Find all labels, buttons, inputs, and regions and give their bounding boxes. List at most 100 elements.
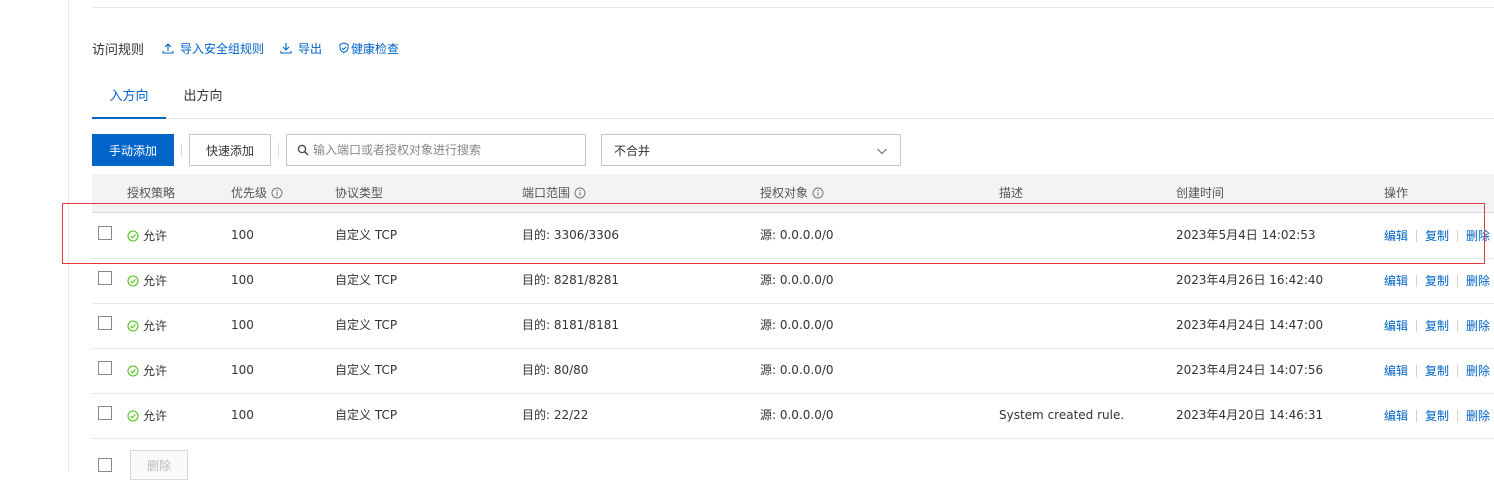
check-circle-icon — [127, 319, 139, 332]
col-header-actions: 操作 — [1384, 174, 1408, 212]
direction-tabs: 入方向 出方向 — [92, 80, 1494, 119]
col-header-object: 授权对象 — [760, 174, 824, 212]
col-header-object-label: 授权对象 — [760, 186, 809, 200]
check-circle-icon — [127, 364, 139, 377]
protocol-cell: 自定义 TCP — [335, 228, 398, 242]
delete-link[interactable]: 删除 — [1466, 407, 1490, 424]
created-time-cell: 2023年5月4日 14:02:53 — [1176, 228, 1316, 242]
actions-cell: 编辑 复制 删除 — [1384, 348, 1490, 393]
col-header-port-label: 端口范围 — [522, 186, 571, 200]
shield-check-icon — [339, 42, 349, 54]
action-separator — [1416, 229, 1418, 242]
search-input[interactable] — [313, 143, 573, 157]
copy-link[interactable]: 复制 — [1425, 407, 1449, 424]
priority-cell: 100 — [231, 318, 254, 332]
top-divider — [92, 7, 1494, 8]
copy-link[interactable]: 复制 — [1425, 362, 1449, 379]
port-cell: 目的: 22/22 — [522, 408, 589, 422]
health-check-label: 健康检查 — [351, 41, 400, 56]
row-checkbox[interactable] — [98, 271, 112, 285]
priority-cell: 100 — [231, 408, 254, 422]
policy-cell: 允许 — [127, 213, 167, 258]
col-header-protocol: 协议类型 — [335, 174, 383, 212]
manual-add-button[interactable]: 手动添加 — [92, 134, 174, 166]
edit-link[interactable]: 编辑 — [1384, 272, 1408, 289]
object-cell: 源: 0.0.0.0/0 — [760, 408, 834, 422]
actions-cell: 编辑 复制 删除 — [1384, 303, 1490, 348]
action-separator — [1457, 274, 1459, 287]
col-header-created-label: 创建时间 — [1176, 186, 1225, 200]
policy-value: 允许 — [143, 274, 168, 288]
row-checkbox[interactable] — [98, 226, 112, 240]
protocol-cell: 自定义 TCP — [335, 318, 398, 332]
delete-link[interactable]: 删除 — [1466, 227, 1490, 244]
export-link[interactable]: 导出 — [280, 40, 322, 57]
actions-cell: 编辑 复制 删除 — [1384, 393, 1490, 438]
table-row: 允许 100 自定义 TCP 目的: 8181/8181 源: 0.0.0.0/0 202… — [92, 303, 1494, 349]
created-time-cell: 2023年4月24日 14:47:00 — [1176, 318, 1324, 332]
action-separator — [1457, 409, 1459, 422]
quick-add-button[interactable]: 快速添加 — [189, 134, 271, 166]
action-separator — [1457, 364, 1459, 377]
copy-link[interactable]: 复制 — [1425, 227, 1449, 244]
select-all-checkbox[interactable] — [98, 458, 112, 472]
policy-value: 允许 — [143, 229, 168, 243]
actions-cell: 编辑 复制 删除 — [1384, 258, 1490, 303]
info-icon[interactable] — [271, 187, 283, 199]
action-separator — [1457, 229, 1459, 242]
col-header-policy: 授权策略 — [127, 174, 175, 212]
delete-link[interactable]: 删除 — [1466, 272, 1490, 289]
info-icon[interactable] — [812, 187, 824, 199]
object-cell: 源: 0.0.0.0/0 — [760, 363, 834, 377]
action-separator — [1416, 364, 1418, 377]
created-time-cell: 2023年4月26日 16:42:40 — [1176, 273, 1324, 287]
section-header: 访问规则 导入安全组规则 导出 健康检查 — [92, 38, 415, 58]
object-cell: 源: 0.0.0.0/0 — [760, 228, 834, 242]
col-header-priority-label: 优先级 — [231, 186, 268, 200]
created-time-cell: 2023年4月20日 14:46:31 — [1176, 408, 1324, 422]
port-cell: 目的: 8181/8181 — [522, 318, 619, 332]
edit-link[interactable]: 编辑 — [1384, 362, 1408, 379]
tab-inbound[interactable]: 入方向 — [92, 80, 166, 119]
policy-cell: 允许 — [127, 348, 167, 393]
edit-link[interactable]: 编辑 — [1384, 317, 1408, 334]
merge-select-value: 不合并 — [614, 143, 651, 158]
port-cell: 目的: 8281/8281 — [522, 273, 619, 287]
protocol-cell: 自定义 TCP — [335, 408, 398, 422]
row-checkbox[interactable] — [98, 316, 112, 330]
priority-cell: 100 — [231, 363, 254, 377]
action-separator — [1416, 409, 1418, 422]
row-checkbox[interactable] — [98, 361, 112, 375]
tab-outbound[interactable]: 出方向 — [182, 80, 224, 117]
import-rules-label: 导入安全组规则 — [180, 41, 265, 56]
section-title: 访问规则 — [92, 42, 145, 58]
priority-cell: 100 — [231, 228, 254, 242]
info-icon[interactable] — [574, 187, 586, 199]
delete-link[interactable]: 删除 — [1466, 317, 1490, 334]
merge-select[interactable]: 不合并 — [601, 134, 901, 166]
left-rail — [0, 0, 69, 472]
table-row: 允许 100 自定义 TCP 目的: 8281/8281 源: 0.0.0.0/0 202… — [92, 258, 1494, 304]
col-header-desc-label: 描述 — [999, 186, 1024, 200]
copy-link[interactable]: 复制 — [1425, 317, 1449, 334]
chevron-down-icon — [877, 148, 887, 155]
policy-value: 允许 — [143, 409, 168, 423]
import-rules-link[interactable]: 导入安全组规则 — [162, 40, 264, 57]
col-header-port: 端口范围 — [522, 174, 586, 212]
copy-link[interactable]: 复制 — [1425, 272, 1449, 289]
action-separator — [1457, 319, 1459, 332]
search-icon — [297, 144, 309, 156]
col-header-protocol-label: 协议类型 — [335, 186, 384, 200]
download-icon — [280, 43, 292, 54]
row-checkbox[interactable] — [98, 406, 112, 420]
edit-link[interactable]: 编辑 — [1384, 227, 1408, 244]
health-check-link[interactable]: 健康检查 — [338, 40, 399, 57]
port-cell: 目的: 3306/3306 — [522, 228, 619, 242]
upload-icon — [162, 43, 174, 54]
edit-link[interactable]: 编辑 — [1384, 407, 1408, 424]
toolbar-separator — [181, 143, 182, 157]
delete-link[interactable]: 删除 — [1466, 362, 1490, 379]
search-box[interactable] — [286, 134, 586, 166]
action-separator — [1416, 274, 1418, 287]
col-header-created: 创建时间 — [1176, 174, 1224, 212]
